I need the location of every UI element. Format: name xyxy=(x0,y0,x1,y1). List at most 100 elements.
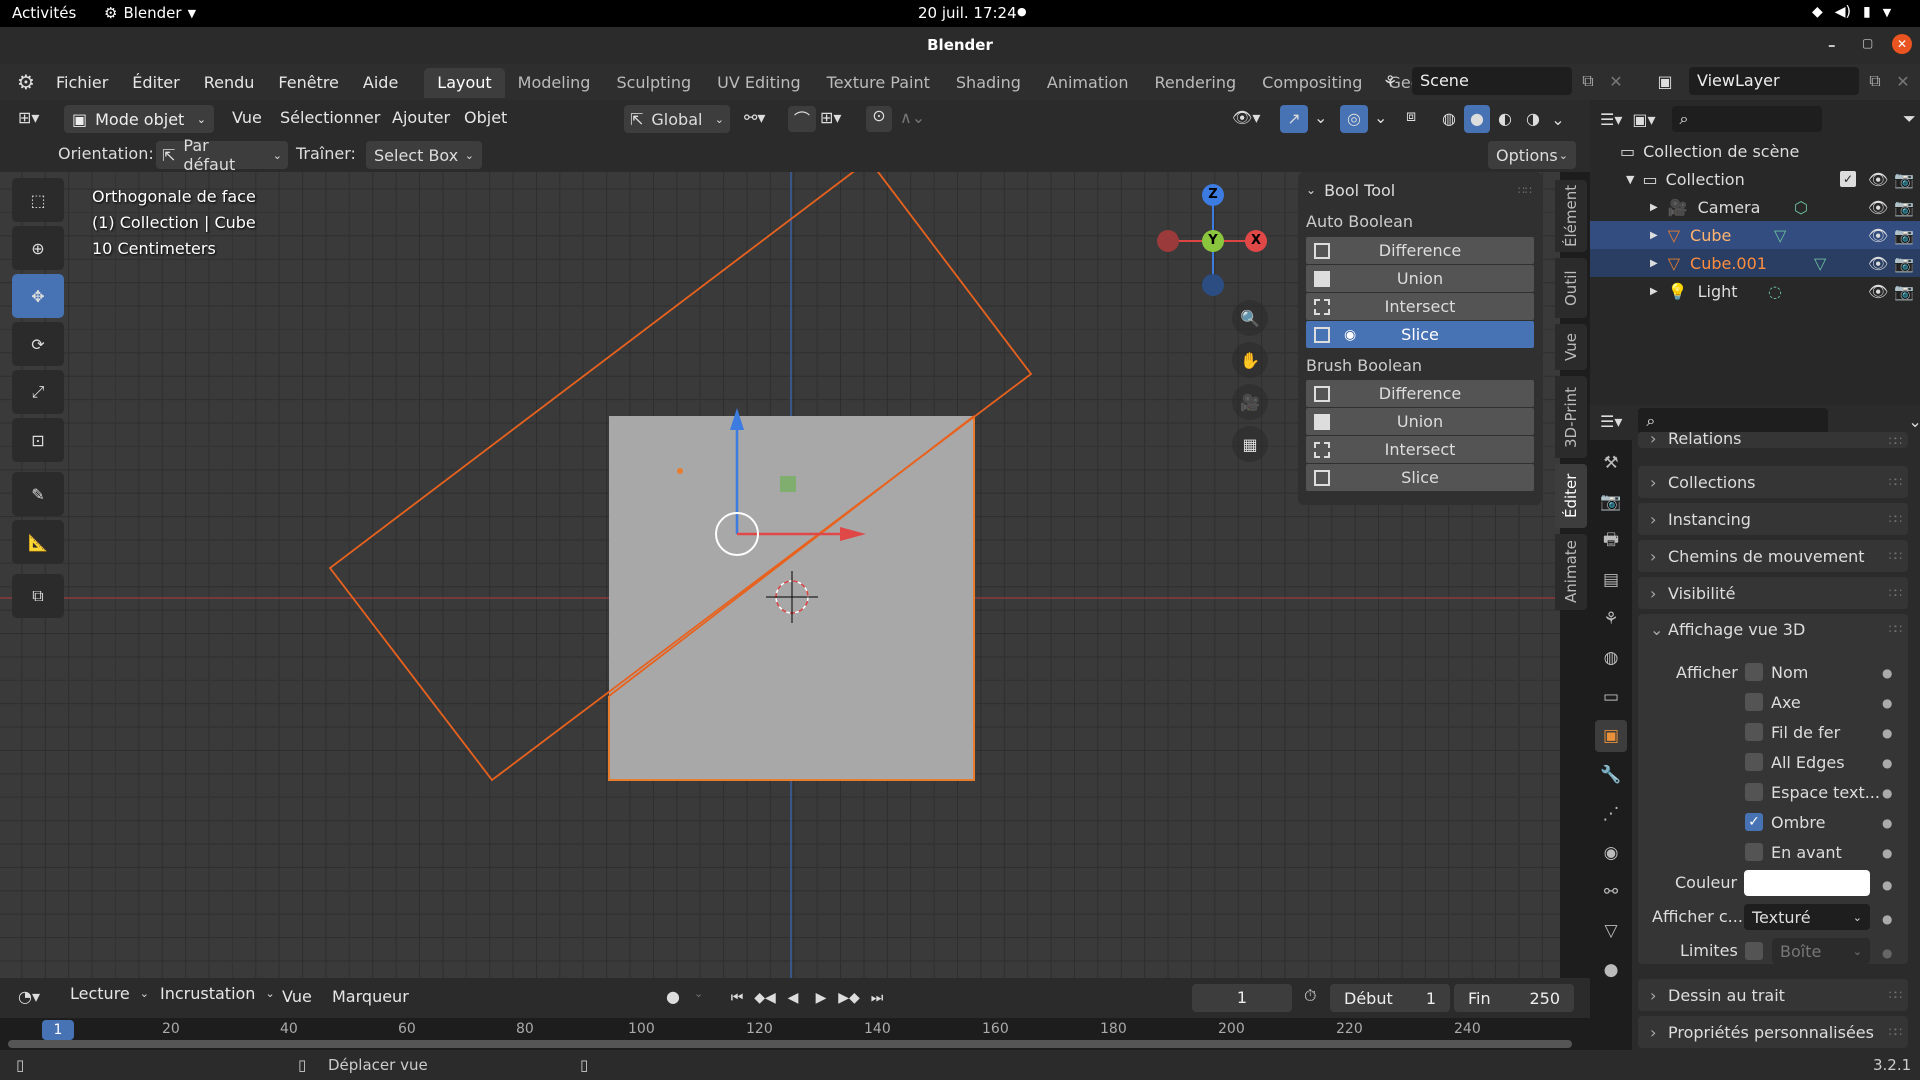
expand-arrow-icon[interactable]: ▶ xyxy=(1650,258,1658,269)
add-cube-tool-icon[interactable]: ⧉ xyxy=(12,574,64,618)
checkbox-all-edges[interactable]: All Edges xyxy=(1745,748,1845,776)
editor-type-icon[interactable]: ☰▾ xyxy=(1600,110,1622,129)
tab-modeling[interactable]: Modeling xyxy=(505,68,604,98)
properties-search-input[interactable]: ⌕ xyxy=(1638,408,1829,434)
record-icon[interactable]: ● xyxy=(666,987,680,1006)
camera-render-icon[interactable]: 📷 xyxy=(1894,226,1914,245)
section-visibility[interactable]: › Visibilité ∷∷ xyxy=(1638,577,1908,609)
outliner-search-input[interactable]: ⌕ xyxy=(1671,106,1822,132)
chevron-down-icon[interactable]: ⌄ xyxy=(1314,108,1327,127)
expand-arrow-icon[interactable]: ▶ xyxy=(1650,286,1658,297)
camera-render-icon[interactable]: 📷 xyxy=(1894,170,1914,189)
tab-layout[interactable]: Layout xyxy=(424,68,505,98)
object-properties-icon[interactable]: ▣ xyxy=(1595,720,1627,752)
wireframe-shading-icon[interactable]: ◍ xyxy=(1436,105,1462,133)
end-frame-field[interactable]: Fin 250 xyxy=(1454,984,1574,1012)
brush-slice-button[interactable]: Slice xyxy=(1306,464,1534,491)
animate-dot-icon[interactable]: ● xyxy=(1882,786,1892,800)
editor-type-icon[interactable]: ⊞▾ xyxy=(18,108,39,127)
animate-dot-icon[interactable]: ● xyxy=(1882,878,1892,892)
checkbox-box[interactable] xyxy=(1745,723,1763,741)
visibility-icon[interactable]: 👁▾ xyxy=(1232,108,1260,127)
checkbox-wireframe[interactable]: Fil de fer xyxy=(1745,718,1840,746)
pan-hand-icon[interactable]: ✋ xyxy=(1232,342,1268,378)
orientation-dropdown[interactable]: ⇱ Par défaut ⌄ xyxy=(156,136,288,174)
gizmo-neg-x-axis[interactable] xyxy=(1157,230,1179,252)
rotate-tool-icon[interactable]: ⟳ xyxy=(12,322,64,366)
outliner-row-cube[interactable]: ▶ ▽ Cube ▽ 👁 📷 xyxy=(1590,221,1920,249)
measure-tool-icon[interactable]: 📐 xyxy=(12,520,64,564)
checkbox-nom[interactable]: Nom xyxy=(1745,658,1808,686)
chevron-down-icon[interactable]: ⌄ xyxy=(1908,412,1920,431)
timeline-ruler[interactable]: 1 20 40 60 80 100 120 140 160 180 200 22… xyxy=(0,1018,1590,1050)
new-viewlayer-icon[interactable]: ⧉ xyxy=(1863,71,1887,91)
constraints-properties-icon[interactable]: ⚯ xyxy=(1595,876,1627,908)
chevron-down-icon[interactable]: ⌄ xyxy=(1374,108,1387,127)
annotate-tool-icon[interactable]: ✎ xyxy=(12,472,64,516)
section-collections[interactable]: › Collections ∷∷ xyxy=(1638,466,1908,498)
data-properties-icon[interactable]: ▽ xyxy=(1595,915,1627,947)
tool-properties-icon[interactable]: ⚒ xyxy=(1595,447,1627,479)
tab-sculpting[interactable]: Sculpting xyxy=(603,68,704,98)
system-tray[interactable]: ◆ ◀) ▮ ▼ xyxy=(1812,4,1891,20)
eye-icon[interactable]: 👁 xyxy=(1868,198,1888,217)
next-keyframe-icon[interactable]: ▶◆ xyxy=(836,985,862,1011)
checkbox-texture-space[interactable]: Espace text... xyxy=(1745,778,1880,806)
maximize-icon[interactable]: ▢ xyxy=(1862,36,1873,50)
close-window-icon[interactable]: ✕ xyxy=(1892,34,1912,54)
eye-icon[interactable]: 👁 xyxy=(1868,254,1888,273)
modifier-properties-icon[interactable]: 🔧 xyxy=(1595,759,1627,791)
navigation-gizmo[interactable]: Z Y X xyxy=(1157,184,1269,296)
transform-orientation-dropdown[interactable]: ⇱ Global ⌄ xyxy=(624,105,730,133)
light-data-icon[interactable]: ◌ xyxy=(1768,282,1782,301)
zoom-icon[interactable]: 🔍 xyxy=(1232,300,1268,336)
viewlayer-selector[interactable]: ▣ ViewLayer ⧉ ✕ xyxy=(1645,67,1915,95)
render-properties-icon[interactable]: 📷 xyxy=(1595,486,1627,518)
filter-icon[interactable]: ⏷ xyxy=(1903,109,1916,129)
animate-dot-icon[interactable]: ● xyxy=(1882,816,1892,830)
checkbox-axe[interactable]: Axe xyxy=(1745,688,1801,716)
expand-arrow-icon[interactable]: ▶ xyxy=(1650,202,1658,213)
play-icon[interactable]: ▶ xyxy=(808,985,834,1011)
eye-icon[interactable]: 👁 xyxy=(1868,282,1888,301)
expand-arrow-icon[interactable]: ▶ xyxy=(1650,230,1658,241)
chevron-down-icon[interactable]: ⌄ xyxy=(1548,110,1568,129)
material-properties-icon[interactable]: ● xyxy=(1595,954,1627,986)
app-menu[interactable]: ⚙ Blender ▼ xyxy=(104,4,196,22)
cursor-tool-icon[interactable]: ⊕ xyxy=(12,226,64,270)
world-properties-icon[interactable]: ◍ xyxy=(1595,642,1627,674)
tab-editer[interactable]: Éditer xyxy=(1555,464,1587,528)
checkbox-box[interactable] xyxy=(1745,693,1763,711)
outliner-collection[interactable]: ▼ ▭ Collection ✓ 👁 📷 xyxy=(1590,165,1920,193)
menu-objet[interactable]: Objet xyxy=(452,108,519,127)
tab-element[interactable]: Élément xyxy=(1555,180,1587,252)
pivot-point-icon[interactable]: ⚯▾ xyxy=(744,108,765,127)
gizmo-neg-z-axis[interactable] xyxy=(1202,274,1224,296)
eye-icon[interactable]: 👁 xyxy=(1868,170,1888,189)
playback-dropdown[interactable]: Lecture ⌄ xyxy=(64,984,149,1003)
camera-render-icon[interactable]: 📷 xyxy=(1894,254,1914,273)
jump-start-icon[interactable]: ⏮ xyxy=(724,985,750,1011)
camera-data-icon[interactable]: ⬡ xyxy=(1794,198,1808,217)
tab-animation[interactable]: Animation xyxy=(1034,68,1142,98)
timeline-menu-marqueur[interactable]: Marqueur xyxy=(320,987,421,1006)
drag-handle-icon[interactable]: ∷∷ xyxy=(1518,184,1532,197)
section-label[interactable]: Affichage vue 3D xyxy=(1668,620,1805,639)
particles-properties-icon[interactable]: ⋰ xyxy=(1595,798,1627,830)
tab-texture-paint[interactable]: Texture Paint xyxy=(814,68,943,98)
bounds-dropdown[interactable]: Boîte ⌄ xyxy=(1772,938,1870,964)
menu-aide[interactable]: Aide xyxy=(351,73,410,92)
output-properties-icon[interactable]: 🖶 xyxy=(1595,525,1627,557)
snap-icon[interactable]: ⌒ xyxy=(788,106,816,132)
drag-dropdown[interactable]: Select Box ⌄ xyxy=(366,141,482,169)
section-motion-paths[interactable]: › Chemins de mouvement ∷∷ xyxy=(1638,540,1908,572)
auto-intersect-button[interactable]: Intersect xyxy=(1306,293,1534,320)
section-custom-properties[interactable]: › Propriétés personnalisées ∷∷ xyxy=(1638,1016,1908,1048)
animate-dot-icon[interactable]: ● xyxy=(1882,756,1892,770)
delete-viewlayer-icon[interactable]: ✕ xyxy=(1891,72,1915,91)
snap-target-icon[interactable]: ⊞▾ xyxy=(820,108,841,127)
minimize-icon[interactable]: – xyxy=(1828,36,1836,54)
scale-tool-icon[interactable]: ⤢ xyxy=(12,370,64,414)
solid-shading-icon[interactable]: ● xyxy=(1464,105,1490,133)
tab-3d-print[interactable]: 3D-Print xyxy=(1555,376,1587,458)
